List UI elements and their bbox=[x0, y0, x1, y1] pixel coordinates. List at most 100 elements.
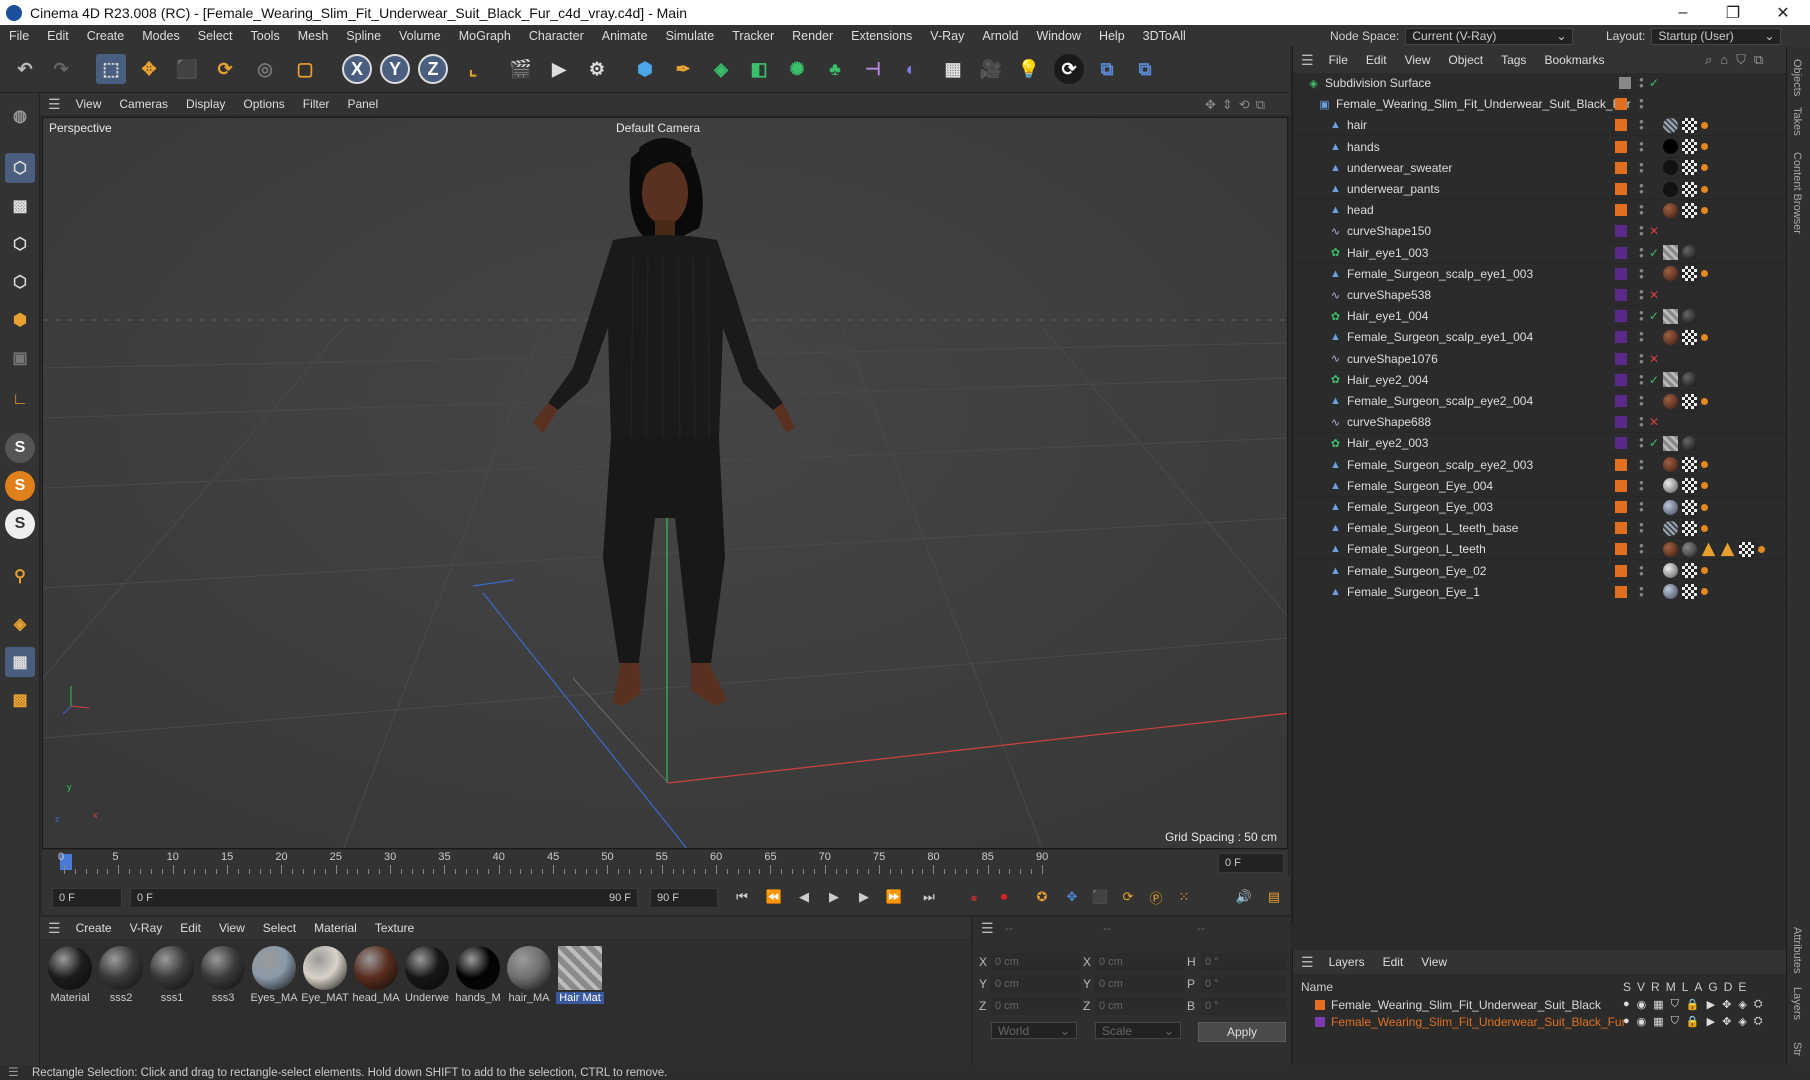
layer-name[interactable]: Female_Wearing_Slim_Fit_Underwear_Suit_B… bbox=[1331, 998, 1601, 1012]
visibility-dots-icon[interactable]: ● ● bbox=[1639, 76, 1644, 90]
pos-z-field[interactable]: 0 cm bbox=[991, 997, 1081, 1015]
object-row[interactable]: ∿ curveShape688 ● ● ✕ bbox=[1293, 412, 1787, 434]
object-row[interactable]: ▲ Female_Surgeon_Eye_003 ● ● bbox=[1293, 497, 1787, 518]
uvw-tag-icon[interactable] bbox=[1682, 202, 1697, 218]
visibility-icon[interactable]: ◉ bbox=[1637, 1015, 1647, 1028]
object-row[interactable]: ▲ hair ● ● bbox=[1293, 115, 1787, 137]
material-menu-create[interactable]: Create bbox=[67, 921, 121, 935]
menu-3dtoall[interactable]: 3DToAll bbox=[1134, 29, 1195, 43]
object-row[interactable]: ∿ curveShape538 ● ● ✕ bbox=[1293, 285, 1787, 306]
disabled-x-icon[interactable]: ✕ bbox=[1649, 352, 1659, 366]
coordinate-system-icon[interactable]: ⌞ bbox=[458, 54, 488, 84]
visibility-dots-icon[interactable]: ● ● bbox=[1639, 203, 1644, 217]
render-settings-icon[interactable]: ⚙ bbox=[582, 54, 612, 84]
side-tab-takes[interactable]: Takes bbox=[1791, 107, 1803, 136]
layer-color-swatch[interactable] bbox=[1619, 77, 1631, 89]
layer-color-swatch[interactable] bbox=[1615, 246, 1627, 259]
menu-mograph[interactable]: MoGraph bbox=[450, 29, 520, 43]
object-row[interactable]: ▲ Female_Surgeon_L_teeth_base ● ● bbox=[1293, 518, 1787, 540]
material-menu-view[interactable]: View bbox=[210, 921, 254, 935]
previous-frame-icon[interactable]: ◀ bbox=[792, 886, 816, 908]
menu-create[interactable]: Create bbox=[78, 29, 134, 43]
workplane-grid-icon[interactable]: ◈ bbox=[5, 609, 35, 639]
material-tag-icon[interactable] bbox=[1663, 117, 1678, 133]
object-row[interactable]: ✿ Hair_eye2_004 ● ● ✓ bbox=[1293, 370, 1787, 391]
uv-mode-icon[interactable]: ▣ bbox=[5, 343, 35, 373]
menu-character[interactable]: Character bbox=[520, 29, 593, 43]
layer-column-l[interactable]: L bbox=[1682, 980, 1689, 994]
layers-menu-edit[interactable]: Edit bbox=[1374, 955, 1413, 969]
layer-color-swatch[interactable] bbox=[1615, 98, 1627, 111]
uvw-tag-icon[interactable] bbox=[1682, 329, 1697, 345]
object-menu-file[interactable]: File bbox=[1320, 53, 1357, 67]
layout-dropdown[interactable]: Startup (User) ⌄ bbox=[1651, 27, 1782, 45]
cloner-icon[interactable]: ✺ bbox=[782, 54, 812, 84]
menu-tools[interactable]: Tools bbox=[242, 29, 289, 43]
quantize-icon[interactable]: S bbox=[5, 509, 35, 539]
layer-color-swatch[interactable] bbox=[1615, 416, 1627, 429]
material-tag-icon[interactable] bbox=[1663, 541, 1678, 557]
next-frame-icon[interactable]: ▶ bbox=[852, 886, 876, 908]
rot-h-field[interactable]: 0 ° bbox=[1201, 953, 1287, 971]
uvw-tag-icon[interactable] bbox=[1682, 139, 1697, 155]
size-x-field[interactable]: 0 cm bbox=[1095, 953, 1185, 971]
3d-viewport[interactable]: Perspective Default Camera y x z Grid Sp… bbox=[42, 117, 1288, 849]
disabled-x-icon[interactable]: ✕ bbox=[1649, 288, 1659, 302]
locked-workplane-icon[interactable]: ▦ bbox=[5, 647, 35, 677]
manager-icon[interactable]: ⛉ bbox=[1671, 998, 1679, 1011]
python-script-icon[interactable]: ⧉ bbox=[1130, 54, 1160, 84]
layer-color-swatch[interactable] bbox=[1615, 225, 1627, 238]
layer-color-swatch[interactable] bbox=[1615, 543, 1627, 556]
material-tag-icon[interactable] bbox=[1663, 457, 1678, 473]
hair-material-tag-icon[interactable] bbox=[1663, 435, 1678, 451]
layer-color-swatch[interactable] bbox=[1615, 267, 1627, 280]
layer-color-swatch[interactable] bbox=[1615, 479, 1627, 492]
workplane-icon[interactable]: ∟ bbox=[5, 385, 35, 415]
layer-column-e[interactable]: E bbox=[1738, 980, 1746, 994]
render-icon[interactable]: ▦ bbox=[1653, 1015, 1663, 1028]
pen-icon[interactable]: ✒ bbox=[668, 54, 698, 84]
object-menu-tags[interactable]: Tags bbox=[1492, 53, 1535, 67]
previous-keyframe-icon[interactable]: ⏪ bbox=[762, 886, 786, 908]
uvw-tag-icon[interactable] bbox=[1682, 520, 1697, 536]
go-to-end-icon[interactable]: ⏭ bbox=[917, 886, 941, 908]
layer-column-g[interactable]: G bbox=[1708, 980, 1717, 994]
key-position-icon[interactable]: ✥ bbox=[1060, 886, 1084, 908]
layer-color-swatch[interactable] bbox=[1615, 501, 1627, 513]
object-row[interactable]: ▣ Female_Wearing_Slim_Fit_Underwear_Suit_… bbox=[1293, 94, 1787, 116]
visibility-dots-icon[interactable]: ● ● bbox=[1639, 478, 1644, 492]
material-swatch[interactable]: head_MA bbox=[352, 944, 400, 1008]
extrude-icon[interactable]: ◧ bbox=[744, 54, 774, 84]
live-selection-icon[interactable]: ▢ bbox=[290, 54, 320, 84]
visibility-dots-icon[interactable]: ● ● bbox=[1639, 542, 1644, 556]
uvw-tag-icon[interactable] bbox=[1682, 457, 1697, 473]
go-to-start-icon[interactable]: ⏮ bbox=[730, 886, 754, 908]
material-tag-icon[interactable] bbox=[1663, 266, 1678, 282]
end-frame-field[interactable]: 90 F bbox=[650, 888, 718, 908]
layer-color-swatch[interactable] bbox=[1615, 352, 1627, 365]
material-tag-icon[interactable] bbox=[1663, 478, 1678, 494]
apply-button[interactable]: Apply bbox=[1198, 1022, 1286, 1042]
floor-icon[interactable]: ▦ bbox=[938, 54, 968, 84]
lock-icon[interactable]: 🔒 bbox=[1686, 1015, 1700, 1028]
visibility-dots-icon[interactable]: ● ● bbox=[1639, 500, 1644, 514]
material-swatch[interactable]: Material bbox=[46, 944, 94, 1008]
close-button[interactable]: ✕ bbox=[1760, 0, 1806, 25]
hamburger-menu-icon[interactable]: ☰ bbox=[40, 920, 67, 937]
maximize-view-icon[interactable]: ⧉ bbox=[1256, 97, 1265, 113]
material-menu-material[interactable]: Material bbox=[305, 921, 366, 935]
visibility-dots-icon[interactable]: ● ● bbox=[1639, 351, 1644, 365]
layer-color-swatch[interactable] bbox=[1615, 140, 1627, 153]
hair-material-tag-icon[interactable] bbox=[1663, 372, 1678, 388]
key-scale-icon[interactable]: ⬛ bbox=[1088, 886, 1112, 908]
layer-color-swatch[interactable] bbox=[1315, 1016, 1325, 1027]
material-menu-select[interactable]: Select bbox=[254, 921, 305, 935]
autokey-icon[interactable]: ⏺ bbox=[992, 886, 1016, 908]
start-frame-field[interactable]: 0 F bbox=[52, 888, 122, 908]
object-row[interactable]: ∿ curveShape1076 ● ● ✕ bbox=[1293, 349, 1787, 370]
uvw-tag-icon[interactable] bbox=[1682, 499, 1697, 515]
object-row[interactable]: ∿ curveShape150 ● ● ✕ bbox=[1293, 221, 1787, 243]
visibility-dots-icon[interactable]: ● ● bbox=[1639, 118, 1644, 132]
disabled-x-icon[interactable]: ✕ bbox=[1649, 224, 1659, 238]
size-mode-dropdown[interactable]: Scale ⌄ bbox=[1095, 1022, 1181, 1039]
